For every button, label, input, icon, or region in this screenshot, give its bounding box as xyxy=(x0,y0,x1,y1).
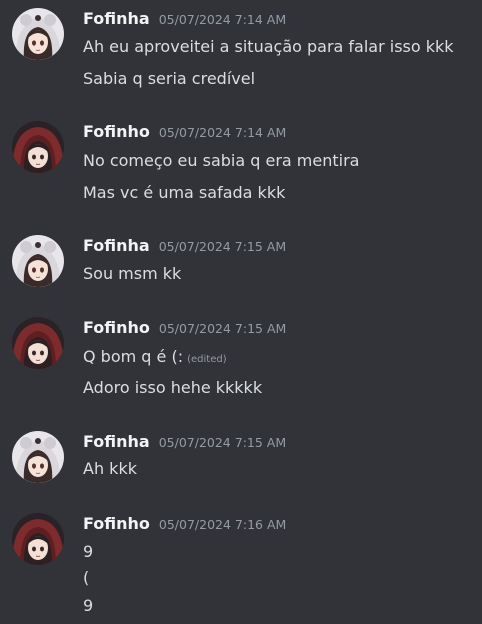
fofinha-avatar-icon[interactable] xyxy=(12,431,64,483)
fofinho-avatar-icon[interactable] xyxy=(12,121,64,173)
message-text: Ah kkk xyxy=(83,459,137,478)
message-text: Mas vc é uma safada kkk xyxy=(83,183,286,202)
timestamp[interactable]: 05/07/2024 7:15 AM xyxy=(159,236,286,258)
username[interactable]: Fofinho xyxy=(83,317,150,339)
message-text: Ah eu aproveitei a situação para falar i… xyxy=(83,37,454,56)
message-text: Sabia q seria credível xyxy=(83,69,256,88)
fofinha-avatar-icon[interactable] xyxy=(12,235,64,287)
message-text: Adoro isso hehe kkkkk xyxy=(83,378,263,397)
edited-label[interactable]: (edited) xyxy=(187,354,227,365)
timestamp[interactable]: 05/07/2024 7:14 AM xyxy=(159,122,286,144)
message-text: 9 xyxy=(83,596,94,615)
message-text: Q bom q é (: (edited) xyxy=(83,346,227,371)
message-header: Fofinho 05/07/2024 7:15 AM xyxy=(83,317,286,339)
message-header: Fofinha 05/07/2024 7:15 AM xyxy=(83,431,286,453)
message-text-content: Q bom q é (: xyxy=(83,347,184,366)
timestamp[interactable]: 05/07/2024 7:16 AM xyxy=(159,514,286,536)
username[interactable]: Fofinha xyxy=(83,8,150,30)
username[interactable]: Fofinho xyxy=(83,121,150,143)
username[interactable]: Fofinha xyxy=(83,431,150,453)
fofinha-avatar-icon[interactable] xyxy=(12,8,64,60)
username[interactable]: Fofinha xyxy=(83,235,150,257)
message-text: ( xyxy=(83,568,90,587)
message-text: No começo eu sabia q era mentira xyxy=(83,151,360,170)
timestamp[interactable]: 05/07/2024 7:14 AM xyxy=(159,9,286,31)
message-header: Fofinha 05/07/2024 7:14 AM xyxy=(83,8,286,30)
username[interactable]: Fofinho xyxy=(83,513,150,535)
timestamp[interactable]: 05/07/2024 7:15 AM xyxy=(159,318,286,340)
message-text: 9 xyxy=(83,542,94,561)
fofinho-avatar-icon[interactable] xyxy=(12,513,64,565)
message-text: Sou msm kk xyxy=(83,264,182,283)
message-header: Fofinha 05/07/2024 7:15 AM xyxy=(83,235,286,257)
message-header: Fofinho 05/07/2024 7:14 AM xyxy=(83,121,286,143)
message-header: Fofinho 05/07/2024 7:16 AM xyxy=(83,513,286,535)
fofinho-avatar-icon[interactable] xyxy=(12,317,64,369)
timestamp[interactable]: 05/07/2024 7:15 AM xyxy=(159,432,286,454)
